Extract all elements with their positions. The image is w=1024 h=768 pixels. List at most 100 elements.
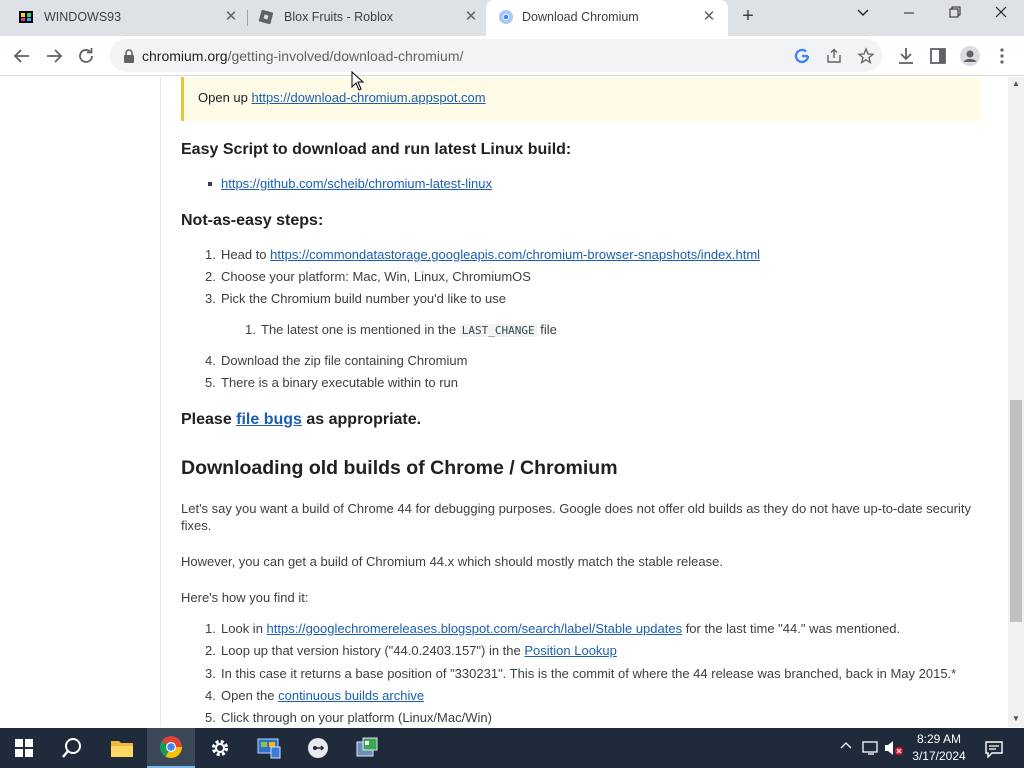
close-tab-icon[interactable]: ✕ <box>700 8 718 26</box>
file-bugs-link[interactable]: file bugs <box>236 411 302 428</box>
step-text: Click through on your platform (Linux/Ma… <box>221 710 492 725</box>
gear-icon <box>211 739 229 757</box>
list-number: 2. <box>205 643 216 658</box>
restore-icon[interactable] <box>943 5 967 25</box>
lock-icon[interactable] <box>122 48 136 64</box>
step-text: Pick the Chromium build number you'd lik… <box>221 291 507 306</box>
close-tab-icon[interactable]: ✕ <box>222 8 240 26</box>
list-item: 1. Head to https://commondatastorage.goog… <box>205 247 760 262</box>
tab-blox-fruits[interactable]: Blox Fruits - Roblox ✕ <box>240 0 486 34</box>
url-text[interactable]: chromium.org/getting-involved/download-c… <box>142 48 463 64</box>
reload-icon[interactable] <box>74 44 98 68</box>
heading-text: Please <box>181 411 237 428</box>
file-bugs-heading: Please file bugs as appropriate. <box>181 411 421 429</box>
download-chromium-appspot-link[interactable]: https://download-chromium.appspot.com <box>252 90 486 105</box>
old-builds-heading: Downloading old builds of Chrome / Chrom… <box>181 457 618 479</box>
search-icon <box>62 738 81 758</box>
file-explorer-button[interactable] <box>98 728 146 768</box>
last-change-code: LAST_CHANGE <box>459 324 537 337</box>
notice-prefix: Open up <box>198 90 252 105</box>
windows-taskbar: 8:29 AM 3/17/2024 <box>0 728 1024 768</box>
menu-kebab-icon[interactable] <box>990 44 1014 68</box>
step-text: Loop up that version history ("44.0.2403… <box>221 643 525 658</box>
mouse-cursor-icon <box>351 71 365 91</box>
chromium-latest-linux-link[interactable]: https://github.com/scheib/chromium-lates… <box>221 176 492 191</box>
tab-download-chromium[interactable]: Download Chromium ✕ <box>486 0 728 36</box>
profile-avatar-icon[interactable] <box>958 44 982 68</box>
step-text: There is a binary executable within to r… <box>221 375 459 390</box>
list-item: https://github.com/scheib/chromium-lates… <box>208 176 492 191</box>
search-button[interactable] <box>48 728 96 768</box>
scrollbar-thumb[interactable] <box>1010 400 1022 622</box>
snapshots-index-link[interactable]: https://commondatastorage.googleapis.com… <box>270 247 760 262</box>
page-viewport: Open up https://download-chromium.appspo… <box>0 77 1008 727</box>
step-text: Look in <box>221 621 267 636</box>
notifications-icon[interactable] <box>984 740 1004 761</box>
address-bar[interactable]: chromium.org/getting-involved/download-c… <box>110 39 882 72</box>
paragraph: Here's how you find it: <box>181 590 309 605</box>
position-lookup-link[interactable]: Position Lookup <box>524 643 617 658</box>
minimize-icon[interactable] <box>897 5 921 25</box>
control-panel-button[interactable] <box>245 728 293 768</box>
browser-toolbar: chromium.org/getting-involved/download-c… <box>0 36 1024 76</box>
step-text: Choose your platform: Mac, Win, Linux, C… <box>221 269 531 284</box>
tab-strip: WINDOWS93 ✕ Blox Fruits - Roblox ✕ Downl… <box>0 0 1024 36</box>
list-number: 3. <box>205 666 216 681</box>
bookmark-star-icon[interactable] <box>856 46 876 66</box>
list-number: 1. <box>245 322 256 337</box>
start-button[interactable] <box>0 728 48 768</box>
chrome-taskbar-button[interactable] <box>147 728 195 768</box>
system-clock[interactable]: 8:29 AM 3/17/2024 <box>908 731 970 765</box>
notice-box: Open up https://download-chromium.appspo… <box>181 77 981 121</box>
heading-text: as appropriate. <box>301 411 422 428</box>
chrome-releases-link[interactable]: https://googlechromereleases.blogspot.co… <box>267 621 683 636</box>
tab-title: Blox Fruits - Roblox <box>284 10 394 24</box>
tab-title: WINDOWS93 <box>44 10 122 24</box>
sub-list-item: 1. The latest one is mentioned in the LAS… <box>245 322 557 337</box>
close-window-icon[interactable] <box>989 5 1013 25</box>
not-as-easy-heading: Not-as-easy steps: <box>181 212 324 229</box>
side-panel-icon[interactable] <box>926 44 950 68</box>
tab-search-chevron-icon[interactable] <box>851 5 875 25</box>
step-text: file <box>536 322 557 337</box>
tab-title: Download Chromium <box>522 10 639 24</box>
remote-app-button[interactable] <box>294 728 342 768</box>
url-path: /getting-involved/download-chromium/ <box>227 48 464 64</box>
scroll-down-arrow-icon[interactable]: ▼ <box>1011 714 1021 724</box>
clock-time: 8:29 AM <box>916 732 962 746</box>
scroll-up-arrow-icon[interactable]: ▲ <box>1011 79 1021 89</box>
step-text: Download the zip file containing Chromiu… <box>221 353 468 368</box>
download-icon[interactable] <box>894 44 918 68</box>
list-item: 5. Click through on your platform (Linux/… <box>205 710 492 725</box>
step-text: The latest one is mentioned in the <box>261 322 460 337</box>
list-number: 3. <box>205 291 216 306</box>
step-text: In this case it returns a base position … <box>221 666 957 681</box>
tab-windows93[interactable]: WINDOWS93 ✕ <box>0 0 246 34</box>
back-arrow-icon[interactable] <box>10 44 34 68</box>
list-number: 2. <box>205 269 216 284</box>
new-tab-button[interactable]: + <box>738 6 758 27</box>
windows93-favicon-icon <box>19 11 33 23</box>
folder-icon <box>111 741 133 757</box>
list-number: 4. <box>205 688 216 703</box>
volume-muted-icon[interactable] <box>884 740 904 759</box>
paragraph: Let's say you want a build of Chrome 44 … <box>181 501 971 533</box>
vertical-scrollbar[interactable]: ▲ ▼ <box>1008 77 1024 727</box>
list-item: 2. Choose your platform: Mac, Win, Linux,… <box>205 269 531 284</box>
control-panel-icon <box>257 738 281 759</box>
list-number: 4. <box>205 353 216 368</box>
share-icon[interactable] <box>824 46 844 66</box>
continuous-builds-archive-link[interactable]: continuous builds archive <box>278 688 424 703</box>
step-text: Head to <box>221 247 271 262</box>
close-tab-icon[interactable]: ✕ <box>462 8 480 26</box>
google-lens-icon[interactable] <box>792 46 812 66</box>
network-icon[interactable] <box>862 740 880 759</box>
settings-taskbar-button[interactable] <box>196 728 244 768</box>
windows-logo-icon <box>15 739 33 757</box>
list-item: 5. There is a binary executable within to… <box>205 375 459 390</box>
forward-arrow-icon[interactable] <box>42 44 66 68</box>
content-column: Open up https://download-chromium.appspo… <box>160 77 1008 727</box>
show-hidden-icons-chevron-icon[interactable] <box>840 740 852 755</box>
list-item: 1. Look in https://googlechromereleases.b… <box>205 621 900 636</box>
app-taskbar-button[interactable] <box>343 728 391 768</box>
